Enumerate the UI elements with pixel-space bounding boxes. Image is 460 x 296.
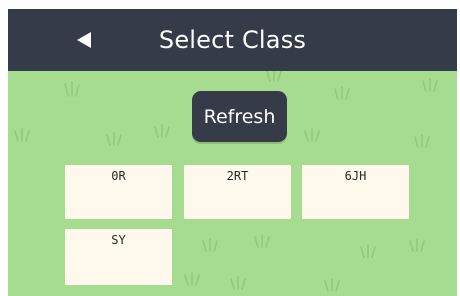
class-card-sy[interactable]: SY [65,229,172,285]
class-card-6jh[interactable]: 6JH [302,165,409,219]
class-card-label: 2RT [226,169,249,183]
class-card-2rt[interactable]: 2RT [184,165,291,219]
class-card-label: 6JH [344,169,367,183]
back-arrow-icon [77,32,91,48]
class-card-0r[interactable]: 0R [65,165,172,219]
select-class-screen: Select Class Refresh 0R 2RT 6JH SY [8,9,457,296]
class-card-label: SY [111,233,126,247]
back-button[interactable] [64,25,104,55]
class-card-label: 0R [111,169,126,183]
header-bar: Select Class [8,9,457,71]
refresh-button[interactable]: Refresh [192,91,287,142]
